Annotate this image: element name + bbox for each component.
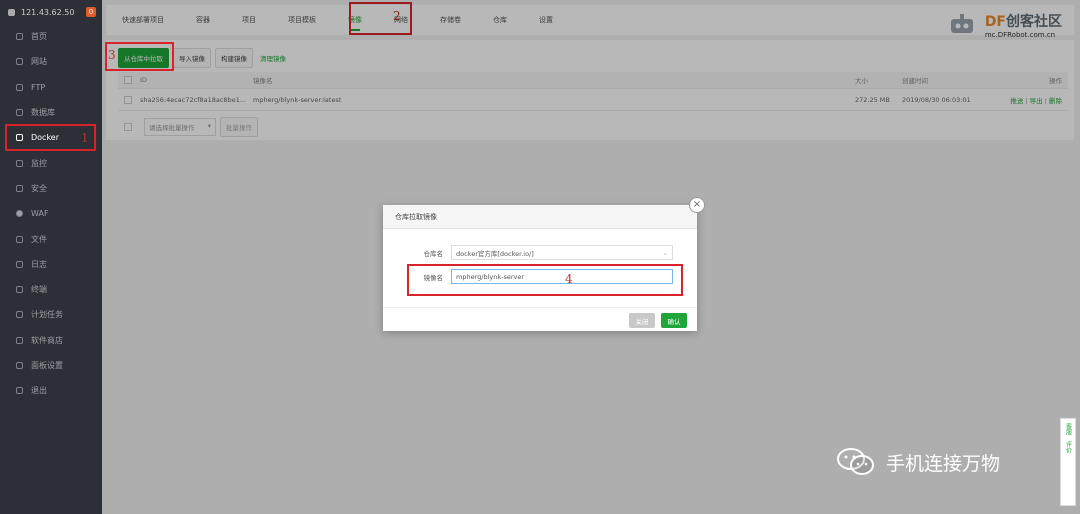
annotation-4: 4	[565, 272, 573, 286]
sidebar-item-logout[interactable]: 退出	[0, 378, 102, 403]
sidebar-item-database[interactable]: 数据库	[0, 100, 102, 125]
wechat-icon	[837, 448, 874, 475]
shield-icon	[16, 184, 23, 192]
terminal-icon	[16, 286, 23, 294]
sidebar-item-home[interactable]: 首页	[0, 24, 102, 49]
sidebar-item-label: 退出	[31, 386, 47, 396]
database-icon	[16, 109, 23, 117]
close-icon[interactable]: ×	[689, 197, 705, 213]
sidebar-item-label: 网站	[31, 57, 47, 67]
logout-icon	[16, 387, 23, 395]
sidebar-item-ftp[interactable]: FTP	[0, 75, 102, 100]
notification-badge[interactable]: 0	[86, 7, 96, 17]
sidebar-item-label: 终端	[31, 285, 47, 295]
review-link[interactable]: 评价	[1064, 441, 1073, 453]
sidebar-item-label: 首页	[31, 32, 47, 42]
sidebar-item-label: 计划任务	[31, 310, 63, 320]
sidebar-menu: 首页 网站 FTP 数据库 Docker 1 监控 安全 WAF 文件 日志 终端…	[0, 24, 102, 403]
annotation-3: 3	[108, 48, 116, 62]
sidebar-item-panel-settings[interactable]: 面板设置	[0, 353, 102, 378]
sidebar-item-waf[interactable]: WAF	[0, 201, 102, 226]
sidebar-item-logs[interactable]: 日志	[0, 252, 102, 277]
dialog-footer: 关闭 确认	[383, 307, 697, 331]
sidebar-item-label: FTP	[31, 82, 46, 92]
sidebar-item-label: 文件	[31, 234, 47, 244]
highlight-box-docker	[5, 124, 96, 151]
waf-icon	[16, 210, 23, 218]
sidebar-item-label: WAF	[31, 209, 49, 219]
floating-help-widget: 客服 评价	[1060, 418, 1076, 506]
server-icon	[8, 8, 15, 16]
server-ip: 121.43.62.50	[21, 7, 75, 17]
store-icon	[16, 336, 23, 344]
sidebar-item-label: 日志	[31, 259, 47, 269]
ftp-icon	[16, 83, 23, 91]
dialog-title: 仓库拉取镜像	[383, 205, 697, 229]
globe-icon	[16, 58, 23, 66]
chevron-down-icon: ⌄	[662, 248, 668, 257]
sidebar-item-cron[interactable]: 计划任务	[0, 302, 102, 327]
wechat-caption: 手机连接万物	[886, 452, 1001, 475]
customer-service-link[interactable]: 客服	[1064, 423, 1073, 435]
log-icon	[16, 260, 23, 268]
settings-icon	[16, 362, 23, 369]
repo-label: 仓库名	[423, 249, 444, 258]
sidebar-item-terminal[interactable]: 终端	[0, 277, 102, 302]
wechat-watermark: 手机连接万物	[836, 447, 1000, 477]
sidebar-item-label: 安全	[31, 183, 47, 193]
folder-icon	[16, 235, 23, 243]
dialog-confirm-button[interactable]: 确认	[661, 313, 687, 328]
sidebar-item-label: 监控	[31, 158, 47, 168]
sidebar-item-files[interactable]: 文件	[0, 226, 102, 251]
repo-field: 仓库名 docker官方库[docker.io/] ⌄	[417, 245, 673, 260]
monitor-icon	[16, 159, 23, 167]
sidebar-item-store[interactable]: 软件商店	[0, 328, 102, 353]
sidebar-item-label: 面板设置	[31, 361, 63, 370]
sidebar-item-monitor[interactable]: 监控	[0, 150, 102, 175]
sidebar-item-label: 软件商店	[31, 335, 63, 345]
sidebar-item-security[interactable]: 安全	[0, 176, 102, 201]
repo-select[interactable]: docker官方库[docker.io/] ⌄	[451, 245, 673, 260]
sidebar-item-label: 数据库	[31, 108, 55, 118]
sidebar-header: 121.43.62.50 0	[0, 0, 102, 24]
home-icon	[16, 33, 23, 41]
sidebar-item-website[interactable]: 网站	[0, 49, 102, 74]
highlight-box-image-name	[407, 264, 683, 296]
dialog-close-button[interactable]: 关闭	[629, 313, 655, 328]
sidebar: 121.43.62.50 0 首页 网站 FTP 数据库 Docker 1 监控 …	[0, 0, 102, 514]
calendar-icon	[16, 311, 23, 319]
